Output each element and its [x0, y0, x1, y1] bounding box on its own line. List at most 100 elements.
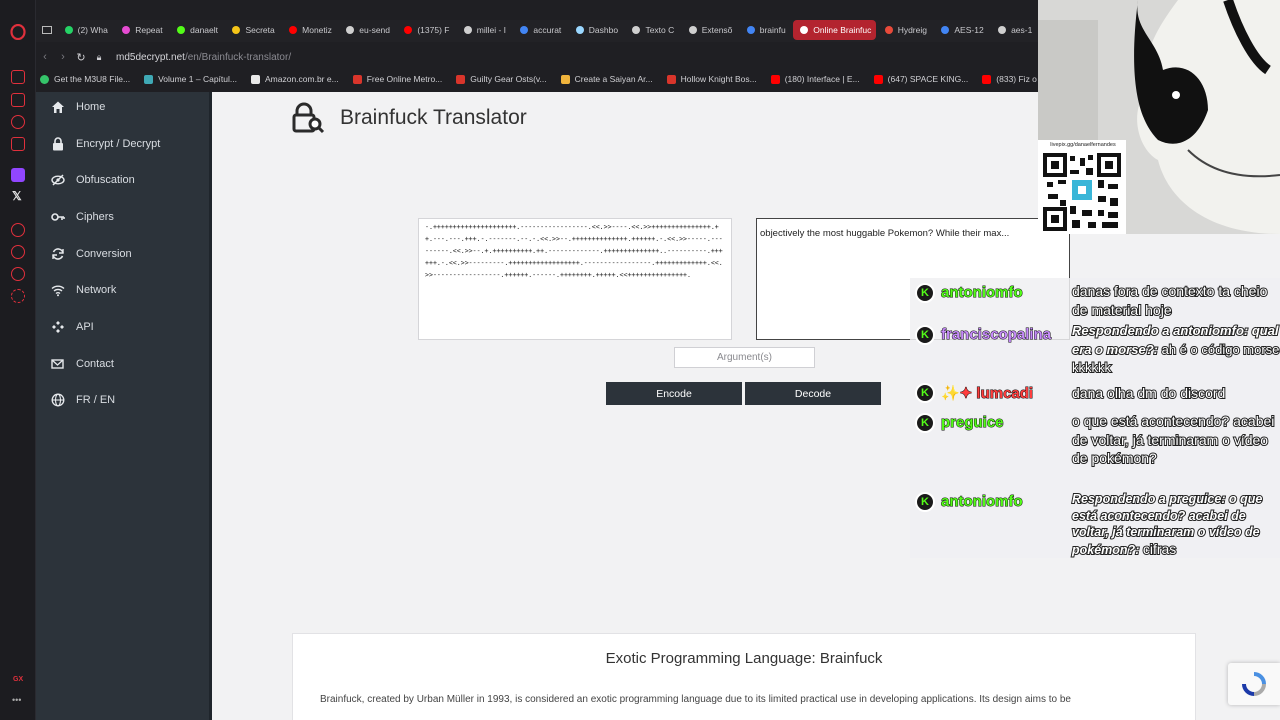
shopping-icon[interactable] [11, 93, 25, 107]
nav-item-ciphers[interactable]: Ciphers [36, 199, 212, 235]
tab-favicon-icon [746, 26, 755, 34]
browser-tab[interactable]: Extensõ [682, 20, 738, 40]
browser-tab[interactable]: Secreta [225, 20, 280, 40]
bookmark-item[interactable]: Create a Saiyan Ar... [560, 74, 653, 84]
encode-button[interactable]: Encode [606, 382, 742, 405]
messenger-icon[interactable] [11, 115, 25, 129]
tab-favicon-icon [575, 26, 584, 34]
chat-username: antoniomfo [941, 284, 1024, 302]
chat-text: o que está acontecendo? acabei de voltar… [1071, 412, 1275, 467]
extensions-icon[interactable] [11, 267, 25, 281]
bookmark-favicon-icon [560, 74, 570, 84]
settings-icon[interactable] [11, 289, 25, 303]
kick-badge-icon: K [915, 325, 935, 345]
decode-button[interactable]: Decode [745, 382, 881, 405]
history-icon[interactable] [11, 223, 25, 237]
bookmark-item[interactable]: Volume 1 – Capítul... [144, 74, 237, 84]
bookmark-favicon-icon [144, 74, 154, 84]
x-icon[interactable]: 𝕏 [12, 189, 22, 203]
chat-text: dana olha dm do discord [1071, 384, 1226, 402]
gx-icon[interactable]: GX [13, 676, 23, 683]
bookmark-item[interactable]: Amazon.com.br e... [250, 74, 339, 84]
browser-tab[interactable]: eu-send [339, 20, 395, 40]
bookmark-favicon-icon [456, 74, 466, 84]
download-icon[interactable] [11, 245, 25, 259]
browser-tab[interactable]: accurat [513, 20, 566, 40]
nav-item-contact[interactable]: Contact [36, 346, 212, 382]
browser-tab[interactable]: AES-12 [934, 20, 989, 40]
lock-search-icon [292, 102, 325, 134]
kick-badge-icon: K [915, 383, 935, 403]
chat-text: Respondendo a antoniomfo: qual era o mor… [1071, 322, 1280, 376]
browser-tab[interactable]: Texto C [625, 20, 679, 40]
kick-badge-icon: K [915, 492, 935, 512]
reload-icon[interactable]: ↻ [72, 51, 90, 64]
bookmark-favicon-icon [40, 74, 49, 84]
home-icon [52, 101, 64, 113]
forward-icon[interactable]: › [54, 51, 72, 63]
browser-tab[interactable]: danaelt [170, 20, 223, 40]
bookmark-favicon-icon [982, 74, 992, 84]
browser-tab[interactable]: Hydreig [878, 20, 933, 40]
nav-item-conversion[interactable]: Conversion [36, 236, 212, 272]
tab-favicon-icon [463, 26, 472, 34]
chat-username: antoniomfo [941, 493, 1024, 511]
tab-favicon-icon [941, 26, 950, 34]
tab-favicon-icon [177, 26, 186, 34]
nav-item-home[interactable]: Home [36, 92, 212, 125]
address-bar: ‹ › ↻ 🔒︎ md5decrypt.net/en/Brainfuck-tra… [36, 46, 1038, 68]
chat-username: franciscopalina [940, 326, 1052, 344]
page-title: Brainfuck Translator [340, 106, 527, 129]
bookmark-item[interactable]: (647) SPACE KING... [873, 74, 968, 84]
browser-tab[interactable]: aes-1 [991, 20, 1038, 40]
speed-dial-icon[interactable] [11, 70, 25, 84]
url-field[interactable]: md5decrypt.net/en/Brainfuck-translator/ [116, 52, 291, 63]
recaptcha-badge[interactable] [1228, 663, 1280, 705]
tab-favicon-icon [404, 26, 413, 34]
nav-item-encrypt-decrypt[interactable]: Encrypt / Decrypt [36, 126, 212, 162]
bookmark-favicon-icon [250, 74, 260, 84]
back-icon[interactable]: ‹ [36, 51, 54, 63]
lock-icon: 🔒︎ [96, 51, 102, 62]
nav-item-language[interactable]: FR / EN [36, 382, 212, 418]
browser-tab[interactable]: (2) Wha [58, 20, 114, 40]
chat-text: Respondendo a preguice: o que está acont… [1071, 491, 1263, 557]
more-icon[interactable]: ••• [12, 695, 21, 705]
browser-tab-active[interactable]: Online Brainfuc [793, 20, 876, 40]
bookmark-item[interactable]: Free Online Metro... [352, 74, 442, 84]
tab-favicon-icon [800, 26, 809, 34]
mail-icon [51, 359, 64, 369]
article-text: Brainfuck, created by Urban Müller in 19… [320, 694, 1071, 705]
opera-logo-icon[interactable] [10, 24, 26, 40]
bookmark-item[interactable]: (180) Interface | E... [770, 74, 860, 84]
nav-item-network[interactable]: Network [36, 272, 212, 308]
tab-favicon-icon [520, 26, 529, 34]
qr-label: livepix.gg/danaelfernandes [1050, 142, 1116, 148]
bookmark-favicon-icon [770, 74, 780, 84]
bookmark-item[interactable]: Hollow Knight Bos... [666, 74, 757, 84]
nav-item-api[interactable]: API [36, 309, 212, 345]
twitch-icon[interactable] [11, 168, 25, 182]
wifi-icon [51, 285, 65, 297]
browser-tab[interactable]: millei - I [457, 20, 512, 40]
browser-tab[interactable]: brainfu [740, 20, 792, 40]
browser-tab[interactable]: Dashbo [569, 20, 624, 40]
tab-favicon-icon [232, 26, 241, 34]
tab-favicon-icon [998, 26, 1007, 34]
browser-sidebar: 𝕏 GX ••• [0, 0, 36, 720]
tab-overview-icon[interactable] [38, 20, 56, 40]
recaptcha-icon [1242, 672, 1266, 696]
browser-tab[interactable]: Repeat [115, 20, 168, 40]
eye-slash-icon [51, 174, 65, 186]
argument-input[interactable] [674, 347, 815, 368]
brainfuck-input[interactable]: -.+++++++++++++++++++++.----------------… [418, 218, 732, 340]
browser-tab[interactable]: (1375) F [397, 20, 454, 40]
bookmark-item[interactable]: Guilty Gear Osts(v... [456, 74, 547, 84]
instagram-icon[interactable] [11, 137, 25, 151]
chat-text: danas fora de contexto ta cheio de mater… [1071, 282, 1268, 318]
nav-item-obfuscation[interactable]: Obfuscation [36, 162, 212, 198]
bookmark-item[interactable]: Get the M3U8 File... [40, 74, 130, 84]
article-card: Exotic Programming Language: Brainfuck B… [292, 633, 1196, 720]
tab-favicon-icon [64, 26, 73, 34]
browser-tab[interactable]: Monetiz [282, 20, 337, 40]
